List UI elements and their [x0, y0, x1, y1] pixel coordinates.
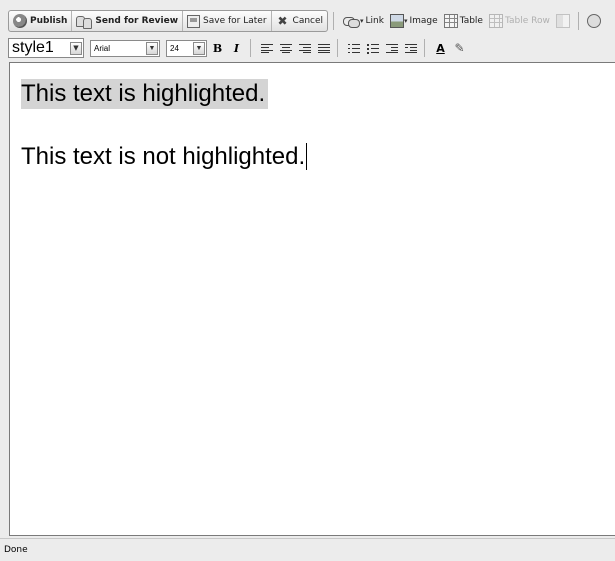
more-tools-button[interactable]	[584, 10, 604, 32]
justify-icon	[317, 43, 330, 53]
chevron-down-icon[interactable]: ▼	[193, 41, 205, 55]
link-label: Link	[365, 16, 384, 26]
table-label: Table	[459, 16, 483, 26]
tools-icon	[586, 14, 601, 28]
send-review-icon	[76, 14, 93, 29]
send-for-review-button[interactable]: Send for Review	[72, 11, 184, 31]
toolbar-divider	[424, 39, 425, 57]
font-size-select[interactable]: 24 ▼	[166, 39, 207, 57]
main-toolbar: Publish Send for Review Save for Later ✖…	[8, 9, 615, 33]
highlighter-pen-icon: ✎	[454, 41, 465, 55]
cancel-button[interactable]: ✖ Cancel	[272, 11, 328, 31]
text-cursor	[306, 143, 308, 170]
image-label: Image	[409, 16, 438, 26]
align-left-icon	[260, 43, 273, 53]
insert-table-button[interactable]: Table	[441, 10, 486, 32]
font-family-value: Arial	[94, 43, 111, 53]
align-center-icon	[279, 43, 292, 53]
rich-text-editor[interactable]: This text is highlighted. This text is n…	[9, 62, 615, 536]
table-column-button[interactable]	[553, 10, 573, 32]
numbered-list-button[interactable]	[345, 39, 362, 57]
numbered-list-icon	[347, 43, 360, 53]
publish-label: Publish	[30, 16, 68, 26]
format-toolbar: style1 ▼ Arial ▼ 24 ▼ B I A ✎	[8, 37, 615, 59]
toolbar-divider	[333, 12, 335, 30]
table-icon	[443, 14, 458, 28]
plain-paragraph[interactable]: This text is not highlighted.	[21, 142, 308, 172]
outdent-icon	[385, 43, 398, 53]
cancel-label: Cancel	[292, 16, 324, 26]
plain-paragraph-text: This text is not highlighted.	[21, 143, 306, 170]
bulleted-list-icon	[366, 43, 379, 54]
table-column-icon	[555, 14, 570, 28]
publish-button[interactable]: Publish	[9, 11, 73, 31]
save-icon	[187, 14, 201, 28]
image-icon	[389, 14, 404, 28]
cancel-icon: ✖	[277, 14, 288, 28]
send-review-label: Send for Review	[95, 16, 179, 26]
indent-button[interactable]	[402, 39, 419, 57]
link-icon	[342, 14, 361, 28]
save-for-later-button[interactable]: Save for Later	[183, 11, 272, 31]
italic-button[interactable]: I	[228, 39, 245, 57]
style-value: style1	[12, 39, 54, 56]
bold-button[interactable]: B	[209, 39, 226, 57]
image-dropdown-icon: ▾	[403, 17, 408, 25]
font-size-value: 24	[170, 43, 179, 53]
toolbar-divider	[250, 39, 251, 57]
font-family-select[interactable]: Arial ▼	[90, 39, 160, 57]
font-color-button[interactable]: A	[432, 39, 449, 57]
save-later-label: Save for Later	[203, 16, 267, 26]
link-dropdown-icon: ▾	[360, 17, 364, 25]
style-select[interactable]: style1 ▼	[8, 38, 84, 58]
font-color-icon: A	[436, 41, 445, 55]
insert-image-button[interactable]: ▾ Image	[387, 10, 441, 32]
chevron-down-icon[interactable]: ▼	[146, 41, 158, 55]
indent-icon	[404, 43, 417, 53]
justify-button[interactable]	[315, 39, 332, 57]
outdent-button[interactable]	[383, 39, 400, 57]
align-center-button[interactable]	[277, 39, 294, 57]
toolbar-divider	[337, 39, 338, 57]
bulleted-list-button[interactable]	[364, 39, 381, 57]
status-text: Done	[4, 545, 28, 555]
insert-link-button[interactable]: ▾ Link	[339, 10, 387, 32]
publish-icon	[13, 14, 27, 28]
chevron-down-icon[interactable]: ▼	[70, 41, 82, 55]
action-button-group: Publish Send for Review Save for Later ✖…	[8, 10, 329, 32]
align-right-button[interactable]	[296, 39, 313, 57]
align-right-icon	[298, 43, 311, 53]
table-row-button[interactable]: Table Row	[486, 10, 553, 32]
table-row-icon	[488, 14, 503, 28]
toolbar-divider	[577, 12, 579, 30]
align-left-button[interactable]	[258, 39, 275, 57]
table-row-label: Table Row	[504, 16, 550, 26]
highlight-button[interactable]: ✎	[451, 39, 468, 57]
status-bar: Done	[0, 538, 615, 560]
highlighted-paragraph[interactable]: This text is highlighted.	[21, 79, 269, 109]
